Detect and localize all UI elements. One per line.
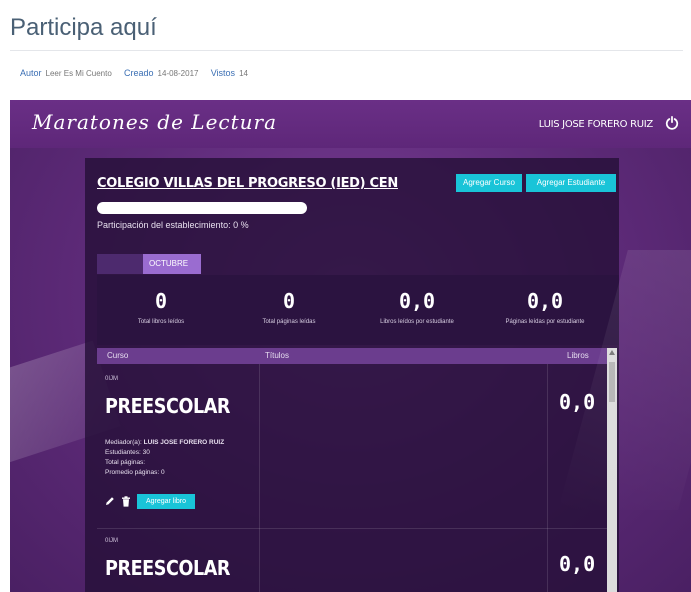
post-meta: Autor Leer Es Mi Cuento Creado 14-08-2017 … [20, 68, 258, 78]
stat-value: 0 [282, 289, 296, 313]
add-student-button[interactable]: Agregar Estudiante [526, 174, 616, 192]
table-row: 0IJM PREESCOLAR 0,0 [97, 530, 607, 592]
mediator-line: Mediador(a): LUIS JOSE FORERO RUIZ [105, 438, 224, 448]
stat-total-pages: 0 Total páginas leídas [225, 275, 353, 345]
stats-panel: 0 Total libros leídos 0 Total páginas le… [97, 275, 619, 345]
add-course-button[interactable]: Agregar Curso [456, 174, 522, 192]
students-count: Estudiantes: 30 [105, 449, 150, 456]
pencil-icon[interactable] [105, 496, 115, 506]
table-scrollbar[interactable] [607, 348, 617, 592]
mediator-name: LUIS JOSE FORERO RUIZ [143, 439, 225, 446]
school-name[interactable]: COLEGIO VILLAS DEL PROGRESO (IED) CEN [97, 176, 398, 191]
meta-created-value: 14-08-2017 [157, 69, 199, 78]
course-code: 0IJM [105, 538, 119, 544]
row-divider [97, 528, 607, 529]
stat-books-per-student: 0,0 Libros leídos por estudiante [353, 275, 481, 345]
school-dashboard-card: COLEGIO VILLAS DEL PROGRESO (IED) CEN Ag… [85, 158, 619, 592]
stat-total-books: 0 Total libros leídos [97, 275, 225, 345]
courses-table-header: Curso Títulos Libros [97, 348, 607, 364]
participation-text: Participación del establecimiento: 0 % [97, 220, 249, 230]
embedded-app-frame: Maratones de Lectura LUIS JOSE FORERO RU… [10, 100, 691, 592]
user-name[interactable]: LUIS JOSE FORERO RUIZ [539, 119, 654, 130]
course-details: Mediador(a): LUIS JOSE FORERO RUIZ Estud… [105, 438, 224, 478]
meta-views-value: 14 [239, 69, 248, 78]
page-title: Participa aquí [10, 14, 157, 41]
column-header-curso: Curso [107, 351, 129, 360]
column-header-libros: Libros [567, 351, 589, 360]
tab-octubre[interactable]: OCTUBRE [143, 254, 201, 274]
meta-author-value[interactable]: Leer Es Mi Cuento [46, 69, 112, 78]
course-grade: PREESCOLAR [105, 394, 231, 418]
average-pages: Promedio páginas: 0 [105, 469, 165, 476]
stat-value: 0,0 [526, 289, 564, 313]
course-code: 0IJM [105, 376, 119, 382]
meta-views-key: Vistos [210, 68, 236, 78]
total-pages: Total páginas: [105, 459, 146, 466]
table-row: 0IJM PREESCOLAR 0,0 Mediador(a): LUIS JO… [97, 368, 607, 528]
meta-created-key: Creado [124, 68, 154, 78]
power-icon[interactable] [665, 116, 679, 130]
stat-label: Total páginas leídas [262, 319, 316, 325]
add-book-button[interactable]: Agregar libro [137, 494, 195, 509]
title-divider [10, 50, 683, 51]
stat-value: 0 [154, 289, 168, 313]
stat-label: Libros leídos por estudiante [380, 319, 454, 325]
column-header-titulos: Títulos [265, 351, 290, 360]
app-topbar: Maratones de Lectura LUIS JOSE FORERO RU… [10, 100, 691, 148]
course-grade: PREESCOLAR [105, 556, 231, 580]
stat-label: Páginas leídas por estudiante [505, 319, 585, 325]
scroll-up-arrow-icon[interactable] [609, 350, 615, 355]
trash-icon[interactable] [121, 496, 131, 507]
stat-value: 0,0 [398, 289, 436, 313]
mediator-label: Mediador(a): [105, 439, 142, 446]
course-books-value: 0,0 [559, 390, 596, 414]
scrollbar-thumb[interactable] [609, 362, 615, 402]
participation-progress-bar [97, 202, 307, 214]
stat-label: Total libros leídos [137, 319, 185, 325]
meta-author-key: Autor [20, 68, 42, 78]
maratones-logo[interactable]: Maratones de Lectura [32, 110, 277, 134]
tab-previous-month[interactable] [97, 254, 143, 274]
course-books-value: 0,0 [559, 552, 596, 576]
stat-pages-per-student: 0,0 Páginas leídas por estudiante [481, 275, 609, 345]
